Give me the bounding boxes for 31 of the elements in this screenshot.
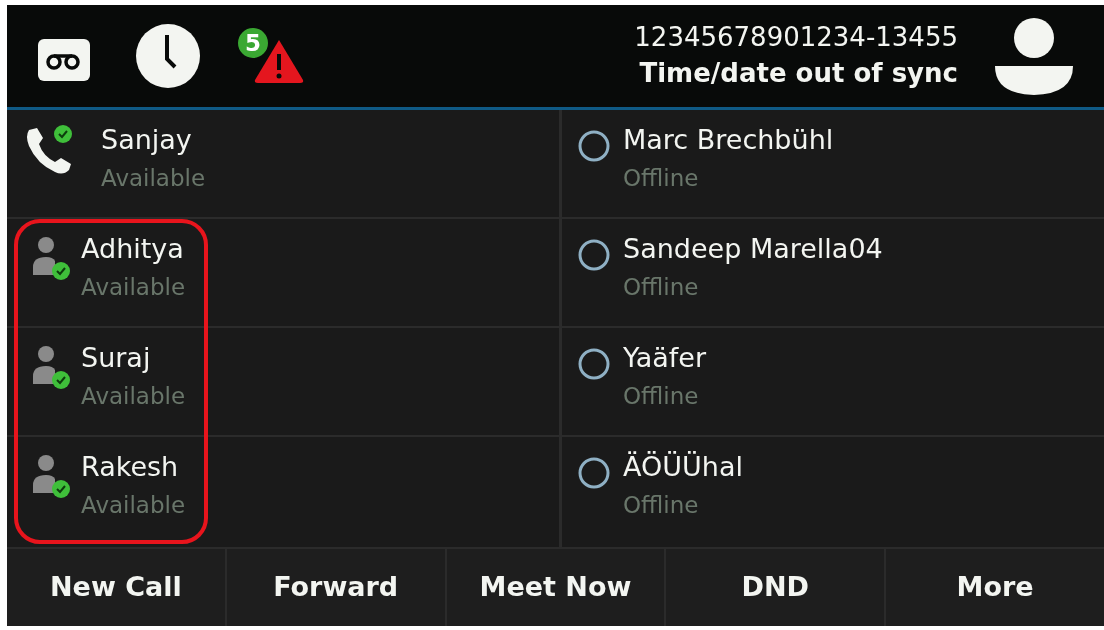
softkey[interactable]: DND [666, 549, 885, 626]
line-number: 12345678901234-13455 [634, 21, 958, 54]
presence-status: Offline [623, 164, 700, 193]
contact-name[interactable]: Sanjay [101, 120, 206, 160]
contact-name[interactable]: Suraj [81, 338, 186, 378]
presence-ring-icon [577, 129, 611, 163]
presence-status: Offline [623, 273, 700, 302]
presence-status: Offline [623, 491, 700, 520]
presence-ring-icon [577, 456, 611, 490]
softkey[interactable]: Meet Now [446, 549, 665, 626]
status-message: Time/date out of sync [639, 57, 958, 90]
contact-name[interactable]: Yaäfer [623, 338, 707, 378]
presence-ring-icon [577, 238, 611, 272]
presence-status: Offline [623, 382, 700, 411]
presence-ring-icon [577, 347, 611, 381]
softkey[interactable]: New Call [7, 549, 225, 626]
softkey[interactable]: Forward [226, 549, 445, 626]
contact-name[interactable]: Marc Brechbühl [623, 120, 834, 160]
count-badge: 5 [236, 26, 270, 60]
softkey[interactable]: More [886, 549, 1104, 626]
contact-name[interactable]: Rakesh [81, 447, 186, 487]
presence-status: Available [81, 273, 186, 302]
presence-status: Available [101, 164, 206, 193]
contact-name[interactable]: Adhitya [81, 229, 186, 269]
clock-icon[interactable] [135, 23, 201, 89]
avatar-icon[interactable] [994, 16, 1074, 96]
presence-status: Available [81, 491, 186, 520]
presence-status: Available [81, 382, 186, 411]
contact-name[interactable]: Sandeep Marella04 [623, 229, 883, 269]
voicemail-icon[interactable] [37, 38, 91, 82]
contact-name[interactable]: ÄÖÜÜhal [623, 447, 743, 487]
